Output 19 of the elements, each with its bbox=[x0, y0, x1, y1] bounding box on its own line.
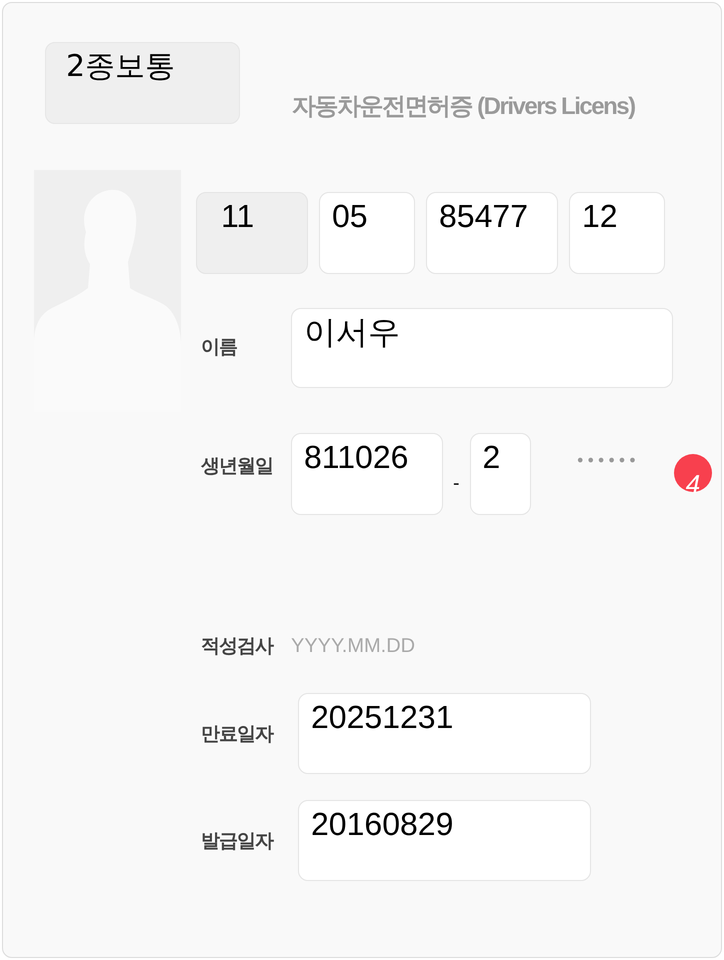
separator: - bbox=[453, 473, 460, 494]
notification-badge: 4 bbox=[674, 454, 712, 492]
aptitude-test-field[interactable]: YYYY.MM.DD bbox=[291, 634, 471, 658]
license-class-field[interactable]: 2종보통 bbox=[45, 42, 240, 124]
name-field[interactable]: 이서우 bbox=[291, 308, 673, 388]
issue-date-field[interactable]: 20160829 bbox=[298, 800, 591, 881]
license-number-field[interactable]: 85477 bbox=[426, 192, 558, 274]
issue-date-label: 발급일자 bbox=[200, 829, 274, 854]
expiry-date-label: 만료일자 bbox=[200, 722, 274, 747]
masked-digits: •••••• bbox=[576, 451, 638, 470]
license-number-field[interactable]: 12 bbox=[569, 192, 665, 274]
aptitude-test-label: 적성검사 bbox=[200, 634, 274, 659]
expiry-date-field[interactable]: 20251231 bbox=[298, 693, 591, 774]
gender-digit-field[interactable]: 2 bbox=[470, 433, 530, 515]
birth-date-field[interactable]: 811026 bbox=[291, 433, 443, 515]
name-label: 이름 bbox=[200, 335, 238, 360]
birth-date-label: 생년월일 bbox=[200, 454, 274, 479]
license-number-field[interactable]: 05 bbox=[319, 192, 415, 274]
card-title: 자동차운전면허증 (Drivers Licens) bbox=[292, 92, 635, 122]
